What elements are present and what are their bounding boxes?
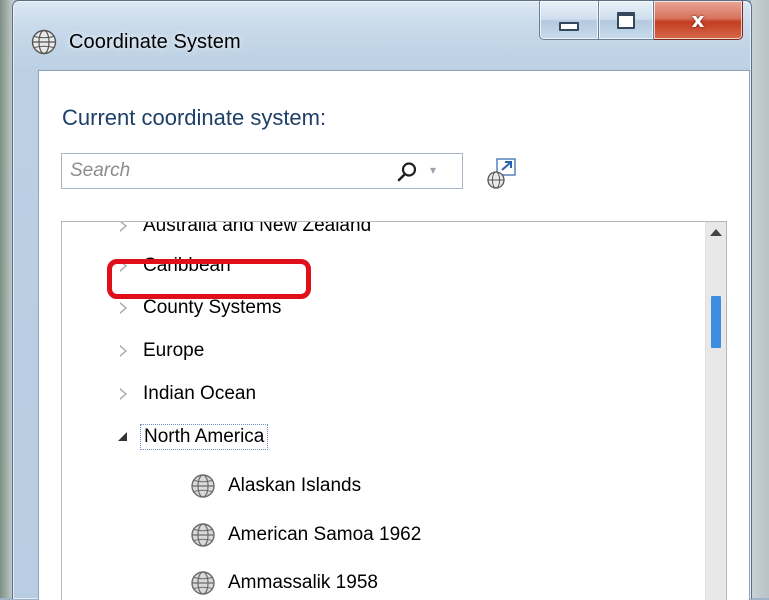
expand-arrow-icon[interactable]	[119, 222, 127, 232]
tree-item[interactable]: Indian Ocean	[119, 376, 257, 412]
collapse-arrow-icon[interactable]	[118, 432, 128, 442]
tree-item[interactable]: Australia and New Zealand	[119, 221, 372, 244]
tree-item-label: Europe	[143, 340, 205, 361]
tree-item-label: Australia and New Zealand	[143, 221, 372, 236]
search-box[interactable]: ▾	[61, 153, 463, 189]
window-title: Coordinate System	[69, 31, 241, 53]
globe-link-icon[interactable]	[485, 157, 519, 191]
close-button[interactable]: x	[654, 1, 743, 40]
globe-icon	[191, 523, 215, 547]
tree-item-label: County Systems	[143, 297, 282, 318]
arrow-up-icon	[710, 228, 722, 236]
tree-item[interactable]: Europe	[119, 333, 205, 369]
globe-icon	[191, 571, 215, 595]
chevron-down-icon[interactable]: ▾	[430, 163, 436, 177]
expand-arrow-icon[interactable]	[119, 388, 127, 400]
tree-item-north-america[interactable]: North America	[118, 419, 269, 455]
globe-icon	[31, 29, 57, 55]
tree-item-label: Ammassalik 1958	[228, 572, 378, 593]
close-icon: x	[691, 8, 705, 32]
coordinate-system-window: Coordinate System x Current coordinate s…	[12, 0, 752, 600]
tree-item[interactable]: American Samoa 1962	[190, 517, 421, 553]
minimize-icon	[559, 21, 579, 31]
scroll-up-button[interactable]	[706, 222, 726, 242]
caption-buttons: x	[539, 1, 743, 41]
tree-item-label: Indian Ocean	[143, 383, 257, 404]
tree-item[interactable]: Ammassalik 1958	[190, 565, 378, 600]
tree-item-label: Alaskan Islands	[228, 475, 362, 496]
vertical-scrollbar[interactable]	[705, 222, 726, 600]
minimize-button[interactable]	[539, 1, 599, 40]
maximize-icon	[617, 11, 635, 29]
tree-item-label: North America	[140, 424, 269, 450]
tree-item-label: American Samoa 1962	[228, 524, 422, 545]
title-bar[interactable]: Coordinate System x	[13, 1, 751, 71]
maximize-button[interactable]	[599, 1, 654, 40]
search-icon[interactable]	[396, 161, 418, 183]
expand-arrow-icon[interactable]	[119, 345, 127, 357]
expand-arrow-icon[interactable]	[119, 302, 127, 314]
desktop-background-right	[751, 0, 769, 598]
scroll-thumb[interactable]	[711, 296, 721, 348]
globe-icon	[191, 474, 215, 498]
current-coordinate-system-heading: Current coordinate system:	[62, 105, 327, 130]
dialog-content: Current coordinate system: ▾ Australia a…	[38, 70, 750, 600]
search-input[interactable]	[70, 158, 370, 184]
tree-item[interactable]: Alaskan Islands	[190, 468, 361, 504]
highlight-annotation	[107, 259, 311, 299]
